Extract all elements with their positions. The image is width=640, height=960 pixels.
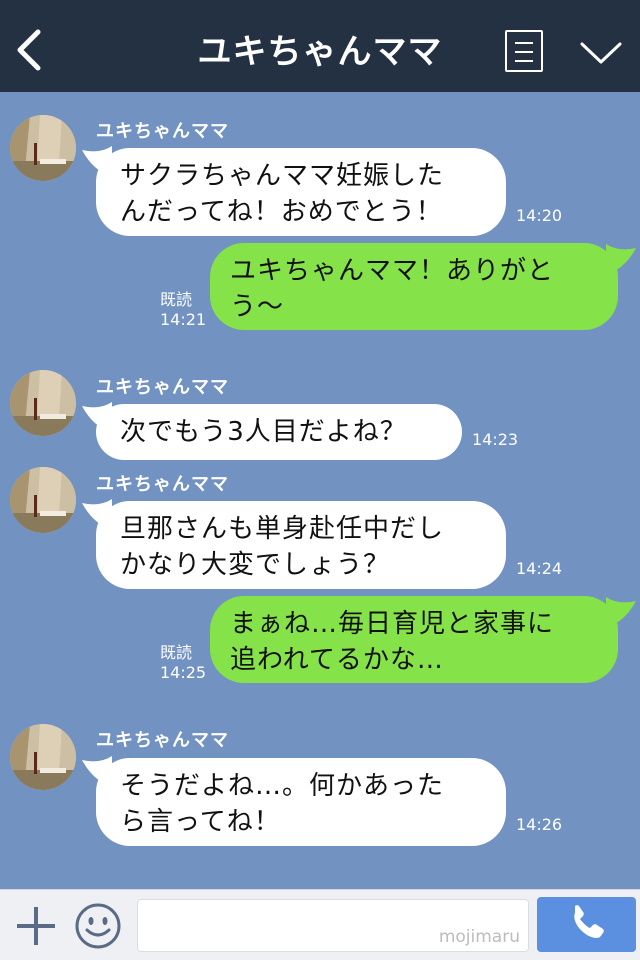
avatar[interactable] — [10, 115, 76, 181]
message-line: かなり大変でしょう？ — [120, 550, 391, 580]
chevron-down-icon[interactable] — [578, 36, 624, 70]
bubble-tail — [606, 597, 636, 627]
read-receipt: 既読 14:25 — [160, 643, 206, 683]
message-time: 14:21 — [160, 310, 207, 329]
message-bubble[interactable]: 旦那さんも単身赴任中だし かなり大変でしょう？ — [96, 501, 506, 589]
message-line: んだってね！おめでとう！ — [120, 197, 443, 227]
message-time: 14:20 — [516, 206, 563, 225]
message-line: そうだよね…。何かあった — [120, 771, 445, 801]
read-label: 既読 — [160, 290, 193, 309]
message-line: 追われてるかな… — [230, 645, 444, 675]
message-line: う〜 — [230, 292, 285, 322]
avatar[interactable] — [10, 467, 76, 533]
message-line: 旦那さんも単身赴任中だし — [120, 514, 445, 544]
message-bubble[interactable]: そうだよね…。何かあった ら言ってね！ — [96, 758, 506, 846]
menu-list-icon[interactable] — [505, 30, 543, 72]
send-button[interactable] — [537, 897, 636, 952]
sender-name: ユキちゃんママ — [96, 474, 229, 495]
message-line: ユキちゃんママ！ありがと — [230, 256, 555, 286]
read-label: 既読 — [160, 643, 193, 662]
bubble-tail — [606, 244, 636, 274]
avatar[interactable] — [10, 724, 76, 790]
sender-name: ユキちゃんママ — [96, 730, 229, 751]
message-bubble[interactable]: まぁね…毎日育児と家事に 追われてるかな… — [210, 596, 618, 683]
message-line: ら言ってね！ — [120, 807, 281, 837]
message-time: 14:23 — [472, 430, 519, 449]
message-input[interactable]: mojimaru — [137, 899, 529, 952]
message-bubble[interactable]: 次でもう3人目だよね？ — [96, 404, 462, 460]
plus-icon[interactable] — [14, 904, 58, 948]
smiley-icon[interactable] — [74, 902, 122, 950]
message-time: 14:26 — [516, 815, 563, 834]
phone-icon — [574, 905, 604, 938]
chat-title: ユキちゃんママ — [197, 32, 443, 72]
message-line: まぁね…毎日育児と家事に — [230, 609, 555, 639]
chat-header: ユキちゃんママ — [0, 0, 640, 92]
message-line: サクラちゃんママ妊娠した — [120, 161, 445, 191]
message-composer: mojimaru — [0, 889, 640, 960]
message-line: 次でもう3人目だよね？ — [120, 417, 407, 447]
read-receipt: 既読 14:21 — [160, 290, 206, 330]
message-bubble[interactable]: ユキちゃんママ！ありがと う〜 — [210, 243, 618, 330]
message-time: 14:25 — [160, 663, 207, 682]
avatar[interactable] — [10, 370, 76, 436]
message-bubble[interactable]: サクラちゃんママ妊娠した んだってね！おめでとう！ — [96, 148, 506, 236]
watermark: mojimaru — [438, 927, 520, 947]
sender-name: ユキちゃんママ — [96, 377, 229, 398]
sender-name: ユキちゃんママ — [96, 121, 229, 142]
message-time: 14:24 — [516, 559, 563, 578]
